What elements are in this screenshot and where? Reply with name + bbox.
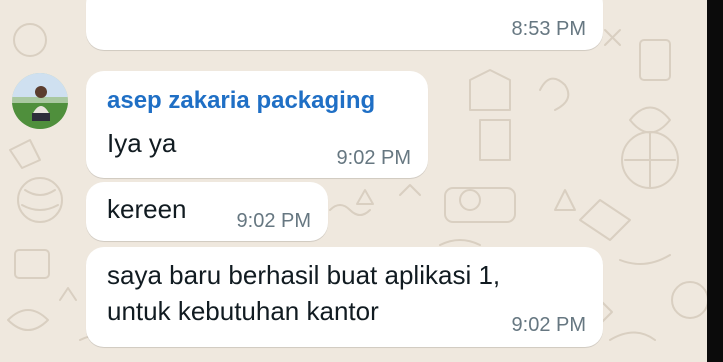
message-bubble[interactable]: asep zakaria packaging Iya ya 9:02 PM — [86, 71, 428, 178]
message-timestamp: 9:02 PM — [336, 147, 411, 169]
message-bubble[interactable]: 8:53 PM — [86, 0, 603, 50]
message-text-line: saya baru berhasil buat aplikasi 1, — [107, 260, 501, 290]
profile-photo-icon — [12, 73, 68, 129]
message-timestamp: 9:02 PM — [236, 210, 311, 232]
message-text: Iya ya — [107, 128, 177, 158]
message-timestamp: 9:02 PM — [511, 314, 586, 336]
message-bubble[interactable]: kereen 9:02 PM — [86, 182, 328, 241]
screen-edge — [707, 0, 723, 362]
sender-name[interactable]: asep zakaria packaging — [107, 87, 375, 115]
message-text-line: untuk kebutuhan kantor — [107, 296, 379, 326]
message-text: kereen — [107, 194, 187, 224]
message-timestamp: 8:53 PM — [511, 18, 586, 40]
sender-avatar[interactable] — [12, 73, 68, 129]
message-bubble[interactable]: saya baru berhasil buat aplikasi 1, untu… — [86, 247, 603, 347]
